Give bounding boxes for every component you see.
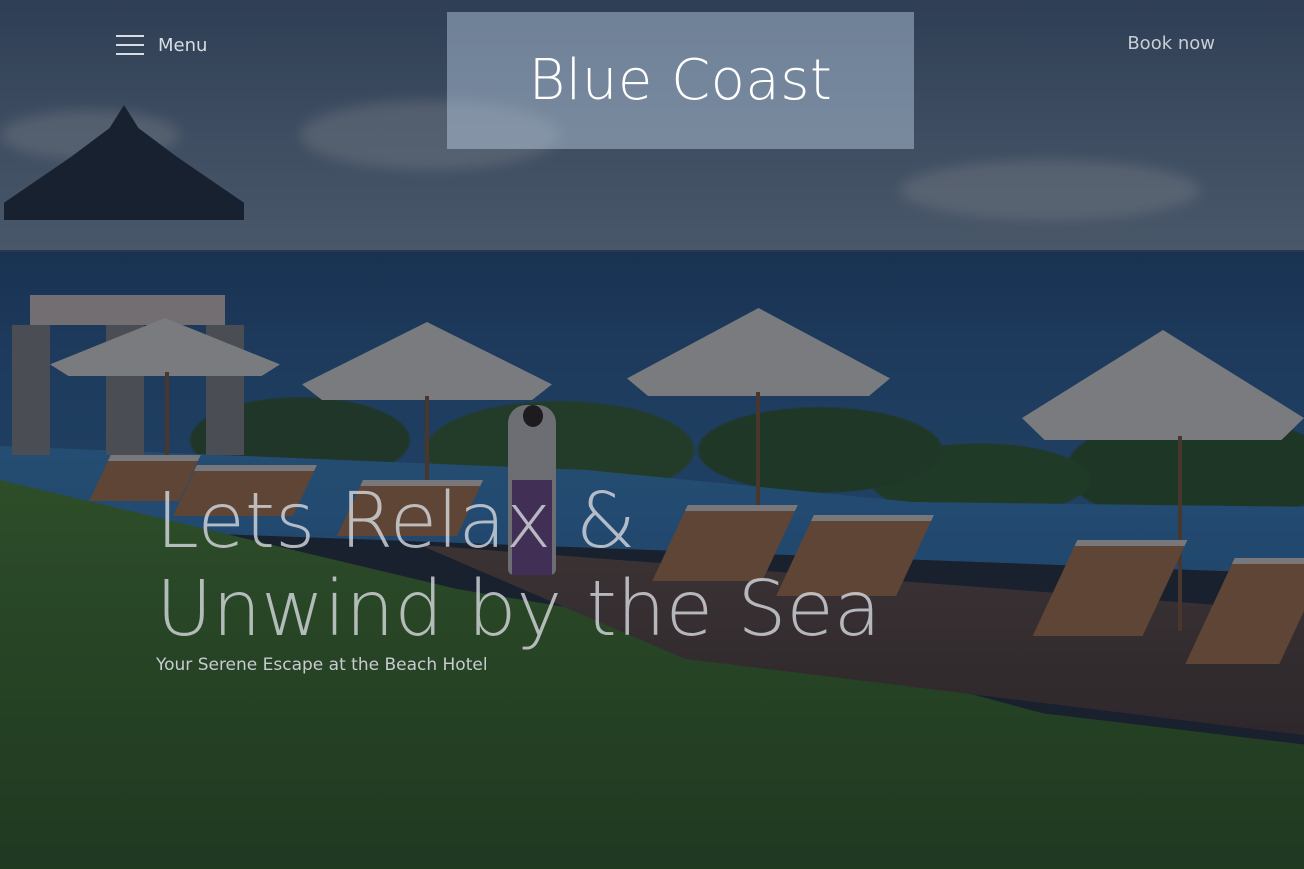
logo[interactable]: Blue Coast: [447, 12, 914, 149]
hero-headline-line-2: Unwind by the Sea: [156, 565, 881, 654]
hero-headline-line-1: Lets Relax &: [156, 477, 636, 566]
menu-label: Menu: [158, 34, 208, 56]
hamburger-menu-icon: [116, 35, 144, 55]
book-now-link[interactable]: Book now: [1127, 33, 1215, 54]
logo-text: Blue Coast: [528, 48, 833, 113]
hero-subheadline: Your Serene Escape at the Beach Hotel: [156, 655, 488, 675]
menu-button[interactable]: Menu: [116, 32, 207, 58]
hero-section: Menu Blue Coast Book now Lets Relax & Un…: [0, 0, 1304, 869]
hero-headline: Lets Relax & Unwind by the Sea: [156, 478, 1056, 654]
